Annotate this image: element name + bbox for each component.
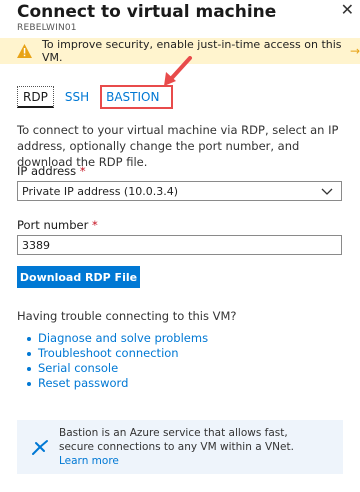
- close-icon[interactable]: ✕: [341, 2, 354, 18]
- port-number-label: Port number *: [17, 218, 98, 232]
- bastion-info-box: Bastion is an Azure service that allows …: [17, 420, 343, 474]
- tab-ssh[interactable]: SSH: [60, 87, 94, 107]
- blade-header: Connect to virtual machine REBELWIN01: [17, 0, 360, 33]
- port-number-input[interactable]: [17, 235, 342, 255]
- arrow-right-icon[interactable]: →: [350, 44, 360, 58]
- link-troubleshoot[interactable]: Troubleshoot connection: [26, 346, 208, 361]
- annotation-arrow-icon: [164, 56, 192, 86]
- bastion-description: Bastion is an Azure service that allows …: [59, 427, 294, 453]
- trouble-links: Diagnose and solve problems Troubleshoot…: [26, 331, 208, 391]
- bastion-icon: [32, 440, 48, 455]
- link-reset-password[interactable]: Reset password: [26, 376, 208, 391]
- rdp-description: To connect to your virtual machine via R…: [17, 123, 339, 169]
- bastion-info-text: Bastion is an Azure service that allows …: [59, 426, 319, 468]
- warning-icon: [17, 44, 32, 58]
- page-title: Connect to virtual machine: [17, 2, 277, 22]
- download-rdp-button[interactable]: Download RDP File: [17, 266, 140, 288]
- ip-address-select[interactable]: Private IP address (10.0.3.4): [17, 181, 342, 201]
- tab-bastion[interactable]: BASTION: [100, 85, 174, 109]
- ip-address-label: IP address *: [17, 164, 86, 178]
- tab-rdp[interactable]: RDP: [17, 86, 54, 108]
- learn-more-link[interactable]: Learn more: [59, 455, 119, 467]
- chevron-down-icon: [321, 188, 333, 195]
- ip-address-value: Private IP address (10.0.3.4): [22, 184, 178, 198]
- required-marker: *: [79, 164, 86, 178]
- vm-name: REBELWIN01: [17, 23, 77, 33]
- ip-address-label-text: IP address: [17, 164, 77, 178]
- link-diagnose[interactable]: Diagnose and solve problems: [26, 331, 208, 346]
- required-marker: *: [92, 218, 98, 232]
- trouble-heading: Having trouble connecting to this VM?: [17, 309, 237, 323]
- connection-tabs: RDP SSH BASTION: [17, 85, 174, 109]
- link-serial-console[interactable]: Serial console: [26, 361, 208, 376]
- port-number-label-text: Port number: [17, 218, 89, 232]
